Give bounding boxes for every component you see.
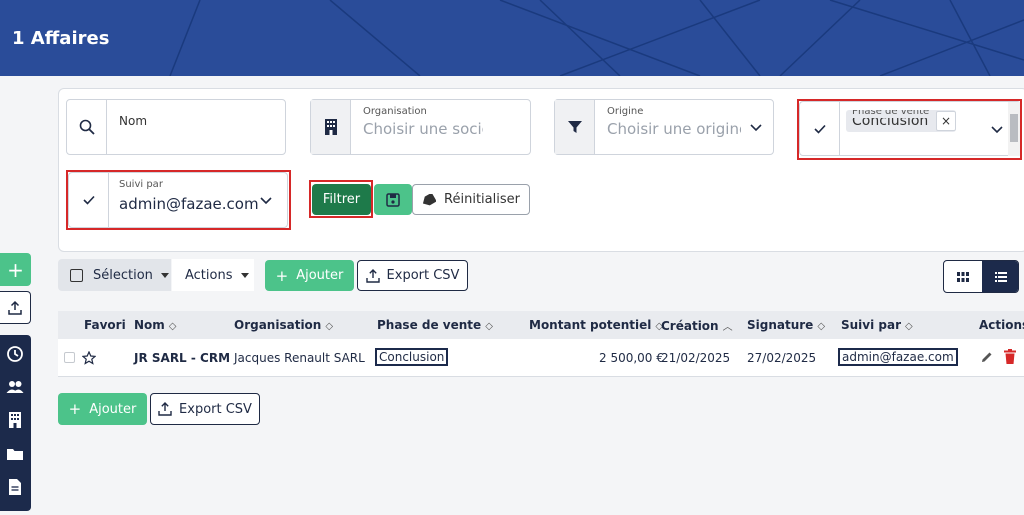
highlight-filtrer [309,180,373,218]
upload-icon [8,300,22,315]
cell-signature: 27/02/2025 [747,351,817,365]
select-all-checkbox[interactable] [70,268,83,282]
list-icon [995,271,1007,282]
column-header-organisation[interactable]: Organisation ◇ [234,318,333,332]
column-header-signature[interactable]: Signature ◇ [747,318,825,332]
floppy-icon [386,192,400,207]
column-header-creation[interactable]: Création ︿ [661,318,733,333]
plus-icon: + [68,400,82,418]
clock-icon[interactable] [6,345,24,363]
column-header-favori: Favori [84,318,126,332]
bottom-export-csv-button[interactable]: Export CSV [150,393,260,425]
add-button-label: Ajouter [296,268,344,283]
quick-upload-button[interactable] [0,291,31,324]
organisation-filter-label: Organisation [363,106,427,117]
column-header-phase[interactable]: Phase de vente ◇ [377,318,493,332]
column-header-suivi[interactable]: Suivi par ◇ [841,318,913,332]
save-filter-button[interactable] [374,184,412,215]
folder-icon[interactable] [6,445,24,463]
quick-add-button[interactable]: + [0,253,31,286]
export-csv-button[interactable]: Export CSV [357,260,468,291]
page-header: 1 Affaires [0,0,1024,76]
cell-phase: Conclusion [374,348,449,366]
column-header-nom[interactable]: Nom ◇ [134,318,177,332]
users-icon[interactable] [6,378,24,396]
view-toggle [943,260,1019,293]
column-header-montant[interactable]: Montant potentiel ◇ [529,318,663,332]
row-checkbox[interactable] [64,352,75,363]
header-background-pattern [169,0,1024,76]
sort-icon: ◇ [168,321,177,332]
name-filter-field[interactable]: Nom [66,99,286,155]
column-header-actions: Actions [979,318,1024,332]
bottom-add-label: Ajouter [89,401,137,417]
plus-icon: + [7,257,24,282]
caret-down-icon [160,272,169,278]
sort-icon: ◇ [817,321,826,332]
upload-icon [365,268,380,283]
reset-button-label: Réinitialiser [444,192,520,207]
eraser-icon [422,193,437,205]
cell-suivi: admin@fazae.com [838,348,958,366]
building-icon[interactable] [6,411,24,429]
bottom-add-button[interactable]: + Ajouter [58,393,147,425]
highlight-suivi [66,170,291,230]
cell-montant: 2 500,00 € [599,351,664,365]
reset-button[interactable]: Réinitialiser [412,184,530,215]
selection-label: Sélection [93,267,153,283]
upload-icon [158,402,172,416]
cell-creation: 21/02/2025 [661,351,731,365]
cell-organisation: Jacques Renault SARL [234,351,365,365]
name-filter-placeholder: Nom [119,114,148,128]
origine-filter-field[interactable]: Origine Choisir une origine [554,99,774,155]
grid-icon [957,271,969,282]
building-icon [311,100,351,154]
sort-icon: ◇ [905,321,913,332]
actions-label: Actions [185,267,233,283]
grid-view-button[interactable] [944,261,982,292]
organisation-filter-field[interactable]: Organisation Choisir une socié [310,99,531,155]
edit-pencil-icon[interactable] [980,350,994,364]
chevron-down-icon[interactable] [749,120,763,134]
sort-ascending-icon: ︿ [722,322,733,333]
plus-icon: + [275,266,289,285]
table-row[interactable]: JR SARL - CRM Jacques Renault SARL Concl… [58,339,1024,377]
funnel-icon [555,100,595,154]
page-title: 1 Affaires [12,28,110,49]
sort-icon: ◇ [325,321,334,332]
add-button[interactable]: + Ajouter [265,260,354,291]
organisation-filter-placeholder: Choisir une socié [363,120,483,138]
caret-down-icon [240,272,249,278]
export-csv-label: Export CSV [386,268,460,283]
highlight-phase [797,99,1022,160]
star-icon[interactable] [82,351,96,365]
trash-icon[interactable] [1004,349,1016,364]
actions-dropdown[interactable]: Actions [172,259,254,291]
table-header: Favori Nom ◇ Organisation ◇ Phase de vente… [58,311,1024,339]
bottom-export-label: Export CSV [179,401,252,417]
sort-icon: ◇ [485,321,493,332]
selection-dropdown[interactable]: Sélection [58,259,171,291]
document-icon[interactable] [6,478,24,496]
origine-filter-placeholder: Choisir une origine [607,120,741,138]
side-navigation [0,335,31,511]
cell-nom[interactable]: JR SARL - CRM [134,351,230,365]
search-icon [67,100,107,154]
list-view-button[interactable] [982,261,1018,292]
origine-filter-label: Origine [607,106,644,117]
